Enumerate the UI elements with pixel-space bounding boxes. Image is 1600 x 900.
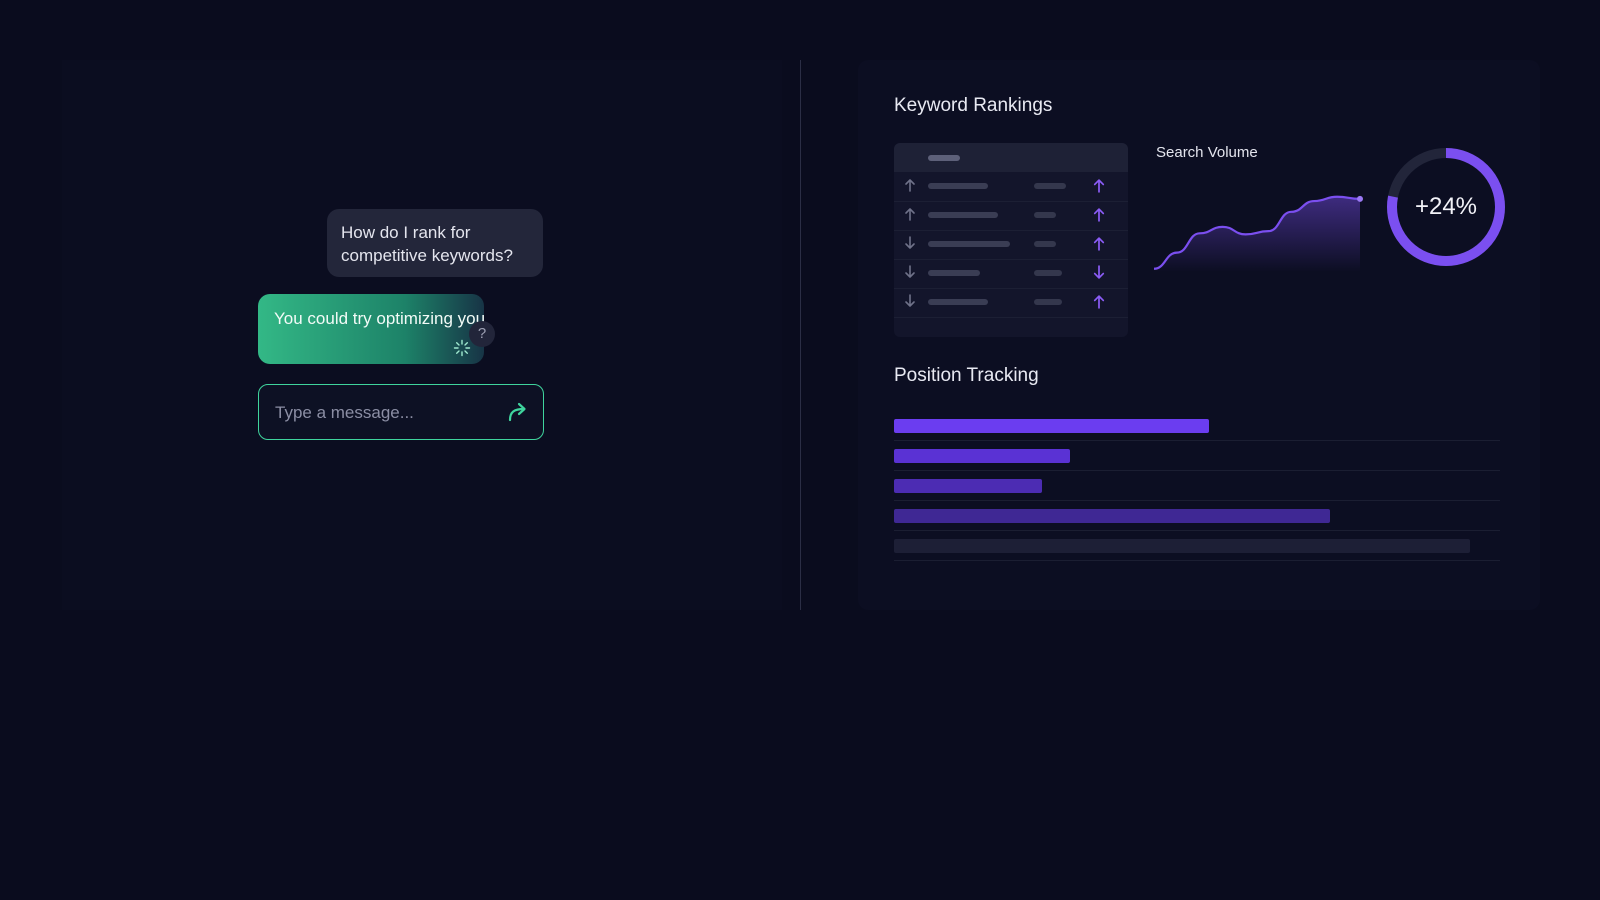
trend-down-icon bbox=[905, 294, 915, 307]
position-tracking-chart bbox=[894, 410, 1500, 561]
keyword-row[interactable] bbox=[894, 259, 1128, 289]
help-icon[interactable]: ? bbox=[469, 321, 495, 347]
position-bar bbox=[894, 419, 1209, 433]
search-volume-area bbox=[1154, 196, 1360, 272]
rank-up-icon bbox=[1093, 237, 1105, 251]
position-row bbox=[894, 440, 1500, 471]
rank-up-icon bbox=[1093, 208, 1105, 222]
rank-placeholder-bar bbox=[1034, 270, 1062, 276]
keyword-rankings-table bbox=[894, 143, 1128, 337]
keyword-placeholder-bar bbox=[928, 183, 988, 189]
keyword-row[interactable] bbox=[894, 201, 1128, 231]
position-row bbox=[894, 410, 1500, 441]
rank-down-icon bbox=[1093, 265, 1105, 279]
message-composer bbox=[258, 384, 544, 440]
position-bar bbox=[894, 449, 1070, 463]
rank-placeholder-bar bbox=[1034, 183, 1066, 189]
user-message-bubble: How do I rank for competitive keywords? bbox=[327, 209, 543, 277]
keyword-rankings-title: Keyword Rankings bbox=[894, 95, 1053, 116]
rank-up-icon bbox=[1093, 295, 1105, 309]
keyword-placeholder-bar bbox=[928, 299, 988, 305]
position-bar bbox=[894, 479, 1042, 493]
position-row bbox=[894, 530, 1500, 561]
keyword-row[interactable] bbox=[894, 172, 1128, 202]
growth-value: +24% bbox=[1414, 193, 1478, 220]
send-arrow-icon[interactable] bbox=[505, 399, 531, 425]
ai-message-bubble: You could try optimizing your content...… bbox=[258, 294, 484, 364]
trend-down-icon bbox=[905, 265, 915, 278]
rank-placeholder-bar bbox=[1034, 241, 1056, 247]
trend-up-icon bbox=[905, 179, 915, 192]
trend-up-icon bbox=[905, 208, 915, 221]
rank-placeholder-bar bbox=[1034, 212, 1056, 218]
position-row bbox=[894, 470, 1500, 501]
position-tracking-title: Position Tracking bbox=[894, 365, 1039, 386]
panel-divider bbox=[800, 60, 801, 610]
rank-up-icon bbox=[1093, 179, 1105, 193]
keyword-placeholder-bar bbox=[928, 270, 980, 276]
keyword-row[interactable] bbox=[894, 230, 1128, 260]
page: How do I rank for competitive keywords? … bbox=[0, 0, 1600, 900]
position-row bbox=[894, 500, 1500, 531]
keyword-placeholder-bar bbox=[928, 212, 998, 218]
header-placeholder-bar bbox=[928, 155, 960, 161]
trend-down-icon bbox=[905, 236, 915, 249]
search-volume-chart bbox=[1153, 195, 1363, 272]
table-header bbox=[894, 143, 1128, 172]
keyword-placeholder-bar bbox=[928, 241, 1010, 247]
search-volume-label: Search Volume bbox=[1156, 144, 1258, 161]
position-bar bbox=[894, 509, 1330, 523]
spinner-icon bbox=[453, 339, 471, 357]
search-volume-endpoint bbox=[1357, 195, 1363, 202]
keyword-row[interactable] bbox=[894, 288, 1128, 318]
message-input[interactable] bbox=[273, 385, 497, 440]
rank-placeholder-bar bbox=[1034, 299, 1062, 305]
position-bar bbox=[894, 539, 1470, 553]
